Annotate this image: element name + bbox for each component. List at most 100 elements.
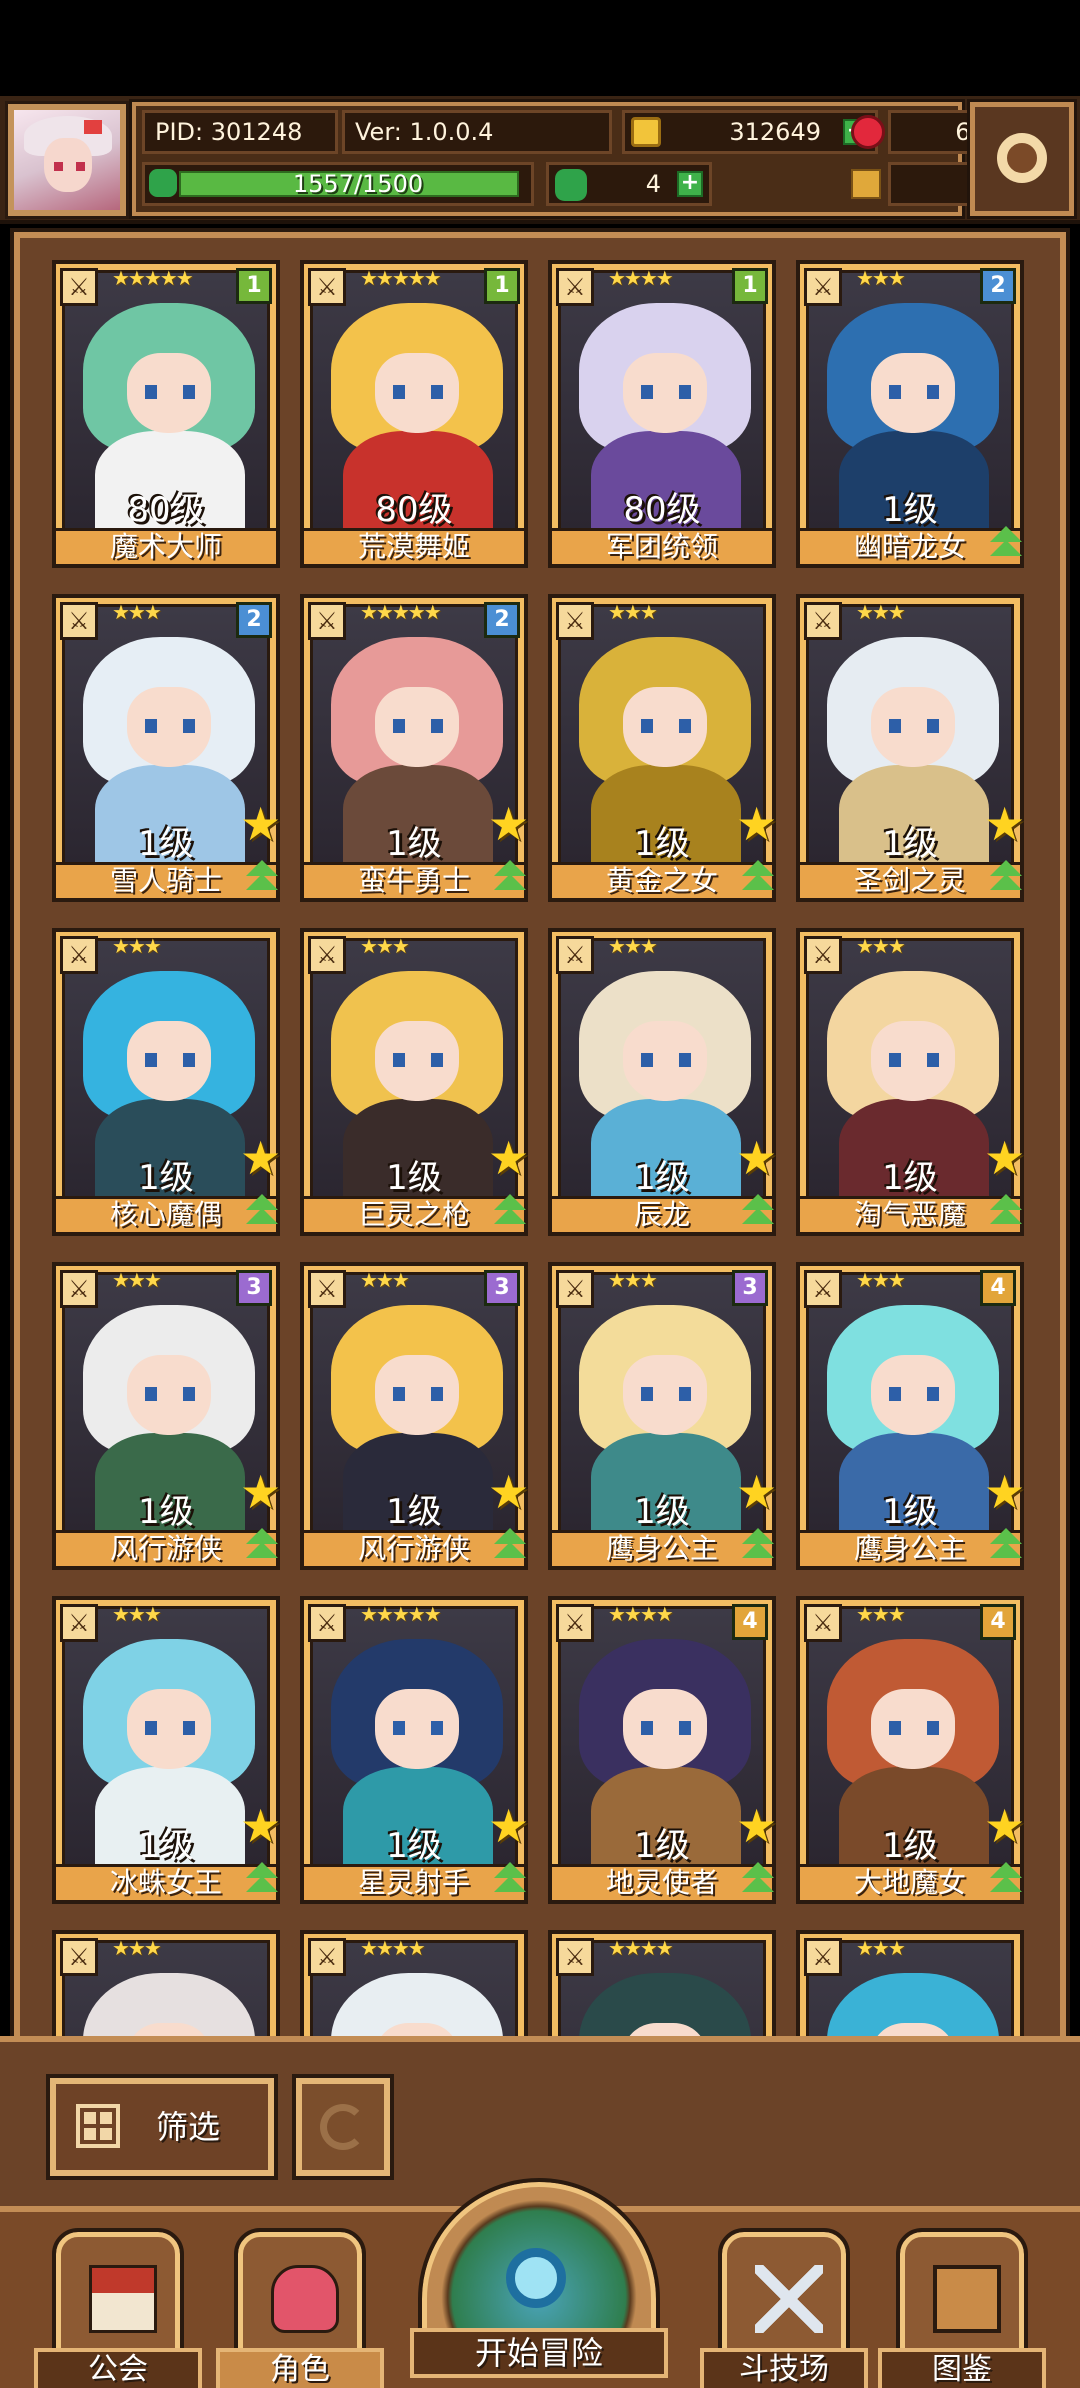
nav-character[interactable]: 角色 bbox=[216, 2228, 384, 2388]
level-up-icon[interactable] bbox=[984, 1860, 1028, 1904]
magnifier-icon bbox=[506, 2248, 566, 2308]
nav-codex[interactable]: 图鉴 bbox=[878, 2228, 1046, 2388]
nav-arena[interactable]: 斗技场 bbox=[700, 2228, 868, 2388]
character-card[interactable]: ⚔ ★★★ 4 1级 鹰身公主 ★ bbox=[796, 1262, 1025, 1570]
level-up-icon[interactable] bbox=[240, 1192, 284, 1236]
portrait-face bbox=[871, 1689, 955, 1769]
level-up-icon[interactable] bbox=[736, 858, 780, 902]
level-up-icon[interactable] bbox=[240, 858, 284, 902]
character-level: 1级 bbox=[138, 824, 194, 864]
level-up-icon[interactable] bbox=[488, 1192, 532, 1236]
level-up-icon[interactable] bbox=[736, 1192, 780, 1236]
star-up-icon[interactable]: ★ bbox=[736, 1469, 780, 1515]
level-up-icon[interactable] bbox=[984, 524, 1028, 568]
portrait-eye bbox=[641, 1387, 653, 1401]
star-up-icon[interactable]: ★ bbox=[240, 1135, 284, 1181]
character-level: 1级 bbox=[634, 1492, 690, 1532]
character-grid-panel[interactable]: ⚔ ★★★★★ 1 80级 魔术大师 ⚔ ★★★★★ 1 80级 荒漠舞姬 ⚔ ★★★★ 1 80级 军团统… bbox=[10, 228, 1070, 2048]
rank-badge: 1 bbox=[236, 268, 272, 304]
game-version: Ver: 1.0.0.4 bbox=[342, 110, 612, 154]
resource-hud: PID: 301248 Ver: 1.0.0.4 312649 + 645 + … bbox=[129, 99, 1048, 219]
star-up-icon[interactable]: ★ bbox=[736, 1135, 780, 1181]
character-card[interactable]: ⚔ ★★★★★ 1 80级 魔术大师 bbox=[52, 260, 280, 568]
level-up-icon[interactable] bbox=[736, 1526, 780, 1570]
class-icon: ⚔ bbox=[308, 1270, 346, 1308]
level-up-icon[interactable] bbox=[240, 1526, 284, 1570]
character-icon bbox=[271, 2265, 339, 2333]
character-card[interactable]: ⚔ ★★★ 4 1级 大地魔女 ★ bbox=[796, 1596, 1025, 1904]
rarity-stars: ★★★ bbox=[608, 600, 658, 624]
character-card[interactable]: ⚔ ★★★ 2 1级 雪人骑士 ★ bbox=[52, 594, 281, 902]
portrait-eye bbox=[927, 385, 939, 399]
filter-label: 筛选 bbox=[156, 2108, 221, 2146]
character-card[interactable]: ⚔ ★★★★ bbox=[548, 1930, 776, 2038]
level-up-icon[interactable] bbox=[736, 1860, 780, 1904]
character-card[interactable]: ⚔ ★★★ 1级 淘气恶魔 ★ bbox=[796, 928, 1025, 1236]
character-card[interactable]: ⚔ ★★★★★ 1 80级 荒漠舞姬 bbox=[300, 260, 528, 568]
class-icon: ⚔ bbox=[804, 936, 842, 974]
character-card[interactable]: ⚔ ★★★ 1级 黄金之女 ★ bbox=[548, 594, 777, 902]
rarity-stars: ★★★★★ bbox=[112, 266, 194, 290]
nav-start-adventure[interactable]: 开始冒险 bbox=[410, 2178, 668, 2388]
character-card[interactable]: ⚔ ★★★ 3 1级 风行游侠 ★ bbox=[52, 1262, 281, 1570]
star-up-icon[interactable]: ★ bbox=[240, 1469, 284, 1515]
class-icon: ⚔ bbox=[556, 602, 594, 640]
refresh-icon bbox=[320, 2104, 366, 2150]
star-up-icon[interactable]: ★ bbox=[488, 1469, 532, 1515]
character-card[interactable]: ⚔ ★★★ 1级 冰蛛女王 ★ bbox=[52, 1596, 281, 1904]
character-card[interactable]: ⚔ ★★★ 1级 圣剑之灵 ★ bbox=[796, 594, 1025, 902]
coin-counter: 312649 + bbox=[622, 110, 878, 154]
class-icon: ⚔ bbox=[804, 602, 842, 640]
character-card[interactable]: ⚔ ★★★ 1级 核心魔偶 ★ bbox=[52, 928, 281, 1236]
portrait-eye bbox=[393, 1053, 405, 1067]
character-card[interactable]: ⚔ ★★★★ bbox=[300, 1930, 528, 2038]
character-card[interactable]: ⚔ ★★★ bbox=[796, 1930, 1024, 2038]
portrait-eye bbox=[145, 1053, 157, 1067]
character-card[interactable]: ⚔ ★★★ 3 1级 风行游侠 ★ bbox=[300, 1262, 529, 1570]
level-up-icon[interactable] bbox=[984, 1192, 1028, 1236]
refresh-button[interactable] bbox=[292, 2074, 394, 2180]
portrait-eye bbox=[431, 385, 443, 399]
star-up-icon[interactable]: ★ bbox=[488, 1803, 532, 1849]
add-clovers-button[interactable]: + bbox=[677, 171, 703, 197]
star-up-icon[interactable]: ★ bbox=[984, 1803, 1028, 1849]
nav-guild[interactable]: 公会 bbox=[34, 2228, 202, 2388]
level-up-icon[interactable] bbox=[488, 1526, 532, 1570]
character-card[interactable]: ⚔ ★★★★ 1 80级 军团统领 bbox=[548, 260, 776, 568]
level-up-icon[interactable] bbox=[488, 858, 532, 902]
portrait-face bbox=[375, 1355, 459, 1435]
level-up-icon[interactable] bbox=[984, 1526, 1028, 1570]
character-card[interactable]: ⚔ ★★★★★ 2 1级 蛮牛勇士 ★ bbox=[300, 594, 529, 902]
star-up-icon[interactable]: ★ bbox=[488, 801, 532, 847]
class-icon: ⚔ bbox=[556, 1604, 594, 1642]
star-up-icon[interactable]: ★ bbox=[736, 1803, 780, 1849]
character-card[interactable]: ⚔ ★★★ 3 1级 鹰身公主 ★ bbox=[548, 1262, 777, 1570]
rarity-stars: ★★★ bbox=[608, 934, 658, 958]
character-card[interactable]: ⚔ ★★★★ 4 1级 地灵使者 ★ bbox=[548, 1596, 777, 1904]
rarity-stars: ★★★ bbox=[856, 1268, 906, 1292]
portrait-eye bbox=[679, 719, 691, 733]
character-card[interactable]: ⚔ ★★★ bbox=[52, 1930, 280, 2038]
star-up-icon[interactable]: ★ bbox=[984, 1135, 1028, 1181]
settings-button[interactable] bbox=[967, 99, 1077, 219]
star-up-icon[interactable]: ★ bbox=[488, 1135, 532, 1181]
class-icon: ⚔ bbox=[308, 936, 346, 974]
portrait-eye bbox=[679, 385, 691, 399]
character-card[interactable]: ⚔ ★★★ 1级 巨灵之枪 ★ bbox=[300, 928, 529, 1236]
character-card[interactable]: ⚔ ★★★ 1级 辰龙 ★ bbox=[548, 928, 777, 1236]
character-card[interactable]: ⚔ ★★★★★ 1级 星灵射手 ★ bbox=[300, 1596, 529, 1904]
filter-button[interactable]: 筛选 bbox=[46, 2074, 278, 2180]
star-up-icon[interactable]: ★ bbox=[240, 801, 284, 847]
star-up-icon[interactable]: ★ bbox=[984, 801, 1028, 847]
character-name: 荒漠舞姬 bbox=[304, 528, 524, 564]
star-up-icon[interactable]: ★ bbox=[984, 1469, 1028, 1515]
portrait-eye bbox=[393, 719, 405, 733]
level-up-icon[interactable] bbox=[984, 858, 1028, 902]
exp-text: 1557/1500 bbox=[292, 170, 424, 198]
player-avatar[interactable] bbox=[5, 101, 129, 219]
character-card[interactable]: ⚔ ★★★ 2 1级 幽暗龙女 bbox=[796, 260, 1024, 568]
level-up-icon[interactable] bbox=[488, 1860, 532, 1904]
star-up-icon[interactable]: ★ bbox=[736, 801, 780, 847]
star-up-icon[interactable]: ★ bbox=[240, 1803, 284, 1849]
level-up-icon[interactable] bbox=[240, 1860, 284, 1904]
